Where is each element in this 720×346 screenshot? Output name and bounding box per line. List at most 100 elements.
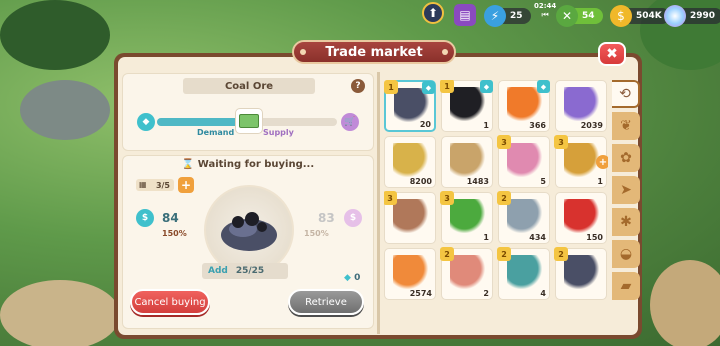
history-icon: ⟲ bbox=[619, 86, 631, 102]
close-icon: ✖ bbox=[606, 46, 618, 62]
item-quantity: 150 bbox=[586, 233, 603, 242]
item-quantity: 2 bbox=[483, 289, 489, 298]
window-title-text: Trade market bbox=[325, 44, 423, 60]
add-item-button[interactable]: + bbox=[596, 155, 608, 169]
stamina-counter[interactable]: ✕ 54 bbox=[556, 5, 603, 27]
add-value: 25/25 bbox=[235, 266, 265, 276]
inventory-slot-coal-ore-2[interactable]: 2 bbox=[554, 247, 607, 300]
tab-crop[interactable]: ❦ bbox=[612, 112, 640, 140]
corn-icon bbox=[393, 143, 429, 177]
inventory-slot-grey-fish[interactable]: 2 434 bbox=[497, 191, 550, 244]
moth-icon bbox=[393, 199, 429, 233]
inventory-slot-red-fish[interactable]: 22 bbox=[440, 247, 493, 300]
gem-counter[interactable]: 2990 bbox=[664, 5, 720, 27]
tab-history[interactable]: ⟲ bbox=[612, 80, 640, 108]
star-rank-badge: 3 bbox=[440, 191, 454, 205]
cube-small-icon: ◆ bbox=[344, 273, 351, 283]
coal-ore-icon bbox=[221, 212, 277, 251]
item-quantity: 1483 bbox=[466, 177, 489, 186]
inventory-slot-pink-flower[interactable]: 35 bbox=[497, 135, 550, 188]
grey-fish-icon bbox=[507, 199, 543, 233]
cube-badge-icon: ◆ bbox=[537, 80, 550, 93]
tab-bug[interactable]: ✱ bbox=[612, 208, 640, 236]
inventory-slot-apple[interactable]: 150 bbox=[555, 192, 607, 244]
banner-dot bbox=[300, 49, 306, 55]
inventory-slot-moth[interactable]: 3 bbox=[384, 191, 436, 244]
teal-fish-icon bbox=[507, 255, 543, 289]
pink-flower-icon bbox=[507, 143, 543, 177]
inventory-slot-carrot[interactable]: ◆ 366 bbox=[498, 80, 550, 132]
ore-icon: ▰ bbox=[620, 278, 632, 294]
help-icon[interactable]: ? bbox=[351, 79, 365, 93]
seed-icon: ✿ bbox=[620, 150, 632, 166]
gem-icon bbox=[664, 5, 686, 27]
cart-icon: 🛒 bbox=[341, 113, 359, 131]
green-butterfly-icon bbox=[450, 199, 486, 233]
buy-percent: 150% bbox=[162, 229, 187, 238]
apple-icon bbox=[564, 199, 600, 233]
retrieve-button[interactable]: Retrieve bbox=[288, 289, 364, 315]
inventory-grid: 1 ◆ 20 1 ◆ 1 ◆ 366 2039 8200 1483 3 5 3 +1 3 3 1 2 434 150 25… bbox=[384, 80, 608, 336]
money-icon bbox=[235, 108, 263, 134]
cube-badge-icon: ◆ bbox=[422, 81, 435, 94]
sell-percent: 150% bbox=[304, 229, 329, 238]
pinecone-icon bbox=[450, 143, 486, 177]
sell-coin-icon: $ bbox=[344, 209, 362, 227]
background-path bbox=[650, 260, 720, 346]
item-quantity: 2039 bbox=[580, 121, 603, 130]
star-rank-badge: 1 bbox=[384, 80, 398, 94]
star-rank-badge: 3 bbox=[554, 135, 568, 149]
demand-label: Demand bbox=[197, 128, 235, 137]
red-fish-icon bbox=[450, 255, 486, 289]
inventory-slot-purple-log[interactable]: 2039 bbox=[555, 80, 607, 132]
window-title: Trade market bbox=[292, 40, 456, 64]
tab-seed[interactable]: ✿ bbox=[612, 144, 640, 172]
tab-ore[interactable]: ▰ bbox=[612, 272, 640, 300]
inventory-slot-coal[interactable]: 1 ◆ 1 bbox=[440, 80, 493, 132]
star-rank-badge: 1 bbox=[440, 80, 454, 93]
inventory-slot-green-butterfly[interactable]: 31 bbox=[440, 191, 493, 244]
star-rank-badge: 2 bbox=[440, 247, 454, 261]
demand-fill bbox=[157, 118, 247, 126]
add-slot-button[interactable]: + bbox=[178, 177, 194, 193]
inventory-slot-coal-ore[interactable]: 1 ◆ 20 bbox=[384, 80, 436, 132]
tab-fish[interactable]: ➤ bbox=[612, 176, 640, 204]
background-rock bbox=[20, 80, 110, 140]
inventory-slot-striped-fish[interactable]: 3 +1 bbox=[554, 135, 608, 188]
chest-icon: ▤ bbox=[454, 4, 476, 26]
inventory-slot-corn[interactable]: 8200 bbox=[384, 136, 436, 188]
coin-counter[interactable]: $ 504K bbox=[610, 5, 670, 27]
crate-icon: ▦ bbox=[139, 180, 147, 189]
lightning-icon: ⚡ bbox=[484, 5, 506, 27]
rank-badge[interactable]: ⬆ bbox=[422, 2, 444, 24]
item-quantity: 2574 bbox=[409, 289, 432, 298]
sell-price: 83 bbox=[318, 211, 335, 225]
top-hud: ⬆ ▤ ⚡ 25 02:44 ⏮ ✕ 54 $ 504K 2990 bbox=[0, 0, 720, 30]
category-tabs: ⟲ ❦ ✿ ➤ ✱ ◒ ▰ bbox=[612, 80, 640, 304]
purple-log-icon bbox=[564, 87, 600, 121]
star-rank-badge: 3 bbox=[497, 135, 511, 149]
coal-ore-2-icon bbox=[564, 255, 600, 289]
tab-shell[interactable]: ◒ bbox=[612, 240, 640, 268]
slot-count-value: 3/5 bbox=[155, 180, 170, 190]
star-rank-badge: 2 bbox=[554, 247, 568, 261]
cancel-buying-button[interactable]: Cancel buying bbox=[130, 289, 210, 315]
item-quantity: 366 bbox=[529, 121, 546, 130]
close-button[interactable]: ✖ bbox=[598, 42, 626, 66]
inventory-slot-teal-fish[interactable]: 24 bbox=[497, 247, 550, 300]
item-quantity: 1 bbox=[597, 177, 603, 186]
inventory-slot-pinecone[interactable]: 1483 bbox=[441, 136, 493, 188]
skip-icon: ⏮ bbox=[541, 10, 549, 19]
banner-dot bbox=[442, 49, 448, 55]
chest-button[interactable]: ▤ bbox=[454, 4, 476, 26]
item-detail-panel: Coal Ore ? ◆ Demand Supply 🛒 ⌛ Waiting f… bbox=[122, 73, 374, 331]
timer-value: 02:44 bbox=[534, 2, 557, 10]
item-quantity: 20 bbox=[419, 120, 431, 129]
inventory-slot-carrots[interactable]: 2574 bbox=[384, 248, 436, 300]
energy-counter[interactable]: ⚡ 25 bbox=[484, 5, 531, 27]
waiting-text: Waiting for buying... bbox=[197, 159, 315, 170]
buy-price: 84 bbox=[162, 211, 179, 225]
item-quantity: 1 bbox=[483, 121, 489, 130]
item-quantity: 1 bbox=[483, 233, 489, 242]
shell-icon: ◒ bbox=[619, 246, 633, 262]
